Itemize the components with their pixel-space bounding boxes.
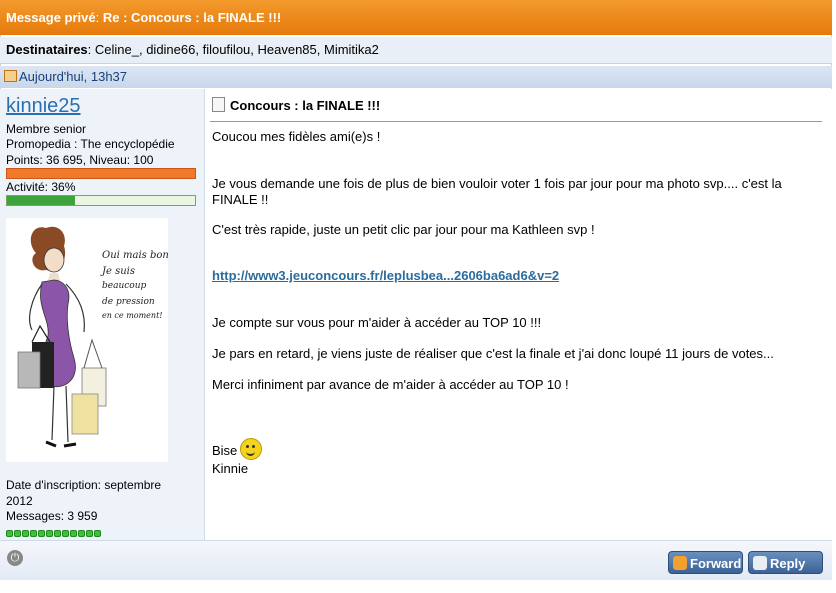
document-icon (212, 97, 225, 112)
reputation-dot (70, 530, 77, 537)
reputation-dot (54, 530, 61, 537)
forward-button[interactable]: Forward (668, 551, 743, 574)
activity-bar-fill (7, 196, 75, 205)
reputation-dot (14, 530, 21, 537)
message-line-finale: FINALE !! (212, 192, 269, 207)
recipients-bar: Destinataires: Celine_, didine66, filouf… (0, 37, 832, 64)
message-title: Concours : la FINALE !!! (212, 97, 380, 113)
reputation-dot (86, 530, 93, 537)
message-line-top10: Je compte sur vous pour m'aider à accéde… (212, 315, 542, 330)
author-joined-line1: Date d'inscription: septembre (6, 478, 162, 492)
avatar-yellow-bag (71, 393, 99, 435)
reputation-dot (94, 530, 101, 537)
title-bar: Message privé: Re : Concours : la FINALE… (0, 0, 832, 35)
reply-button[interactable]: Reply (748, 551, 823, 574)
contest-link[interactable]: http://www3.jeuconcours.fr/leplusbea...2… (212, 268, 559, 283)
title-sep: : (95, 10, 103, 25)
author-promopedia: Promopedia : The encyclopédie (6, 137, 175, 151)
title-prefix: Message privé (6, 10, 96, 25)
avatar-grey-bag (17, 351, 41, 389)
message-line-request: Je vous demande une fois de plus de bien… (212, 176, 782, 191)
reputation-dot (30, 530, 37, 537)
power-icon[interactable]: ⏻ (7, 550, 23, 566)
date-bar: Aujourd'hui, 13h37 (0, 66, 832, 88)
author-points: Points: 36 695, Niveau: 100 (6, 153, 154, 167)
avatar-caption-3: beaucoup (102, 281, 147, 291)
avatar-caption-5: en ce moment! (102, 311, 163, 320)
avatar-caption-2: Je suis (100, 266, 135, 277)
reply-icon (753, 556, 767, 570)
calendar-icon (4, 70, 17, 82)
message-line-thanks: Merci infiniment par avance de m'aider à… (212, 377, 569, 392)
author-rank: Membre senior (6, 122, 87, 136)
author-joined-line2: 2012 (6, 494, 33, 508)
points-bar (6, 168, 196, 179)
post-date: Aujourd'hui, 13h37 (19, 69, 128, 84)
message-line-signature: Kinnie (212, 461, 249, 476)
forward-label: Forward (690, 556, 742, 571)
message-signoff: Bise (212, 438, 263, 460)
message-link-line: http://www3.jeuconcours.fr/leplusbea...2… (212, 268, 559, 283)
reputation-dot (78, 530, 85, 537)
activity-bar (6, 195, 196, 206)
recipients-label: Destinataires (6, 42, 88, 57)
title-divider (210, 121, 822, 122)
reputation-dot (62, 530, 69, 537)
title-subject: Re : Concours : la FINALE !!! (102, 10, 282, 25)
message-line-quick: C'est très rapide, juste un petit clic p… (212, 222, 595, 237)
message-line-late: Je pars en retard, je viens juste de réa… (212, 346, 774, 361)
reply-label: Reply (770, 556, 806, 571)
recipients-sep: : (87, 42, 95, 57)
message-title-text: Concours : la FINALE !!! (230, 98, 381, 113)
smiley-icon (240, 438, 263, 460)
avatar-caption-1: Oui mais bon! (102, 250, 168, 261)
reputation-dot (22, 530, 29, 537)
author-activity: Activité: 36% (6, 180, 76, 194)
reputation-dots (6, 524, 102, 537)
avatar-neck (48, 273, 60, 280)
forward-icon (673, 556, 687, 570)
reputation-dot (38, 530, 45, 537)
author-messages: Messages: 3 959 (6, 509, 98, 523)
message-line-bise: Bise (212, 443, 238, 458)
author-username-link[interactable]: kinnie25 (6, 95, 81, 118)
reputation-dot (6, 530, 13, 537)
message-line-greeting: Coucou mes fidèles ami(e)s ! (212, 129, 381, 144)
avatar-caption-4: de pression (102, 297, 155, 307)
author-avatar[interactable]: Oui mais bon! Je suis beaucoup de pressi… (6, 218, 168, 462)
avatar-face (43, 247, 65, 273)
recipients-names[interactable]: Celine_, didine66, filoufilou, Heaven85,… (95, 42, 379, 57)
reputation-dot (46, 530, 53, 537)
